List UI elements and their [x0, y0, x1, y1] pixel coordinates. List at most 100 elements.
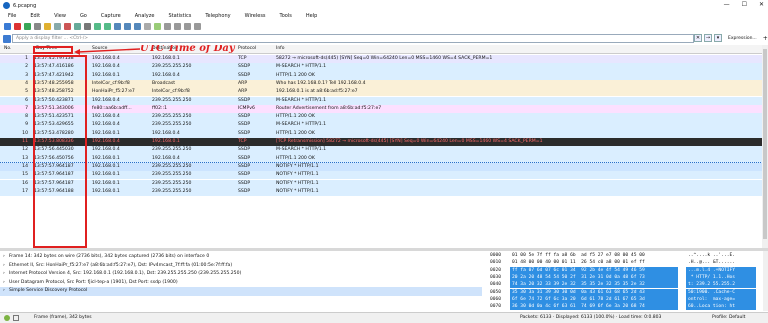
packet-protocol: ARP [238, 89, 248, 95]
resize-columns-icon[interactable] [194, 22, 201, 30]
menu-edit[interactable]: Edit [30, 13, 40, 19]
packet-row[interactable]: 5 13:57:48.258752 HonHaiPr_f5:27:e7 IntelCo… [0, 88, 768, 97]
go-to-packet-icon[interactable] [114, 22, 121, 30]
hex-bytes[interactable]: ff fa 07 6d 07 6c 01 34 92 2b 4e 4f 54 4… [510, 266, 678, 274]
expression-button[interactable]: Expression... [728, 36, 757, 41]
packet-row[interactable]: 1 13:57:45.797138 192.168.0.4 192.168.0.1 TC… [0, 55, 768, 64]
reload-icon[interactable] [74, 22, 81, 30]
packet-row[interactable]: 10 13:57:53.478280 192.168.0.1 192.168.0.4 S… [0, 129, 768, 138]
packet-row[interactable]: 13 13:57:56.450756 192.168.0.1 192.168.0.4 S… [0, 154, 768, 163]
packet-row[interactable]: 14 13:57:57.964187 192.168.0.1 239.255.255.… [0, 161, 768, 173]
maximize-icon[interactable]: ☐ [742, 1, 747, 8]
packet-row[interactable]: 8 13:57:51.423571 192.168.0.4 239.255.255.2… [0, 113, 768, 122]
packet-row[interactable]: 2 13:57:47.416186 192.168.0.4 239.255.255.2… [0, 63, 768, 72]
menu-file[interactable]: File [8, 13, 16, 19]
hex-ascii[interactable]: * HTTP/ 1.1..Hos [686, 273, 756, 282]
hex-ascii[interactable]: ...m.l.4 .+NOTIFY [686, 266, 756, 274]
detail-tree-item[interactable]: › Frame 14: 342 bytes on wire (2736 bits)… [0, 253, 482, 262]
packet-destination: 239.255.255.250 [152, 64, 192, 70]
menu-go[interactable]: Go [80, 13, 87, 19]
menu-help[interactable]: Help [306, 13, 317, 19]
add-filter-button[interactable]: + [763, 35, 768, 42]
hex-row: 0050 35 30 3a 31 39 30 30 0d 0a 43 61 63 … [486, 288, 768, 296]
close-file-icon[interactable] [64, 22, 71, 30]
packet-row[interactable]: 16 13:57:57.964187 192.168.0.1 239.255.255.… [0, 179, 768, 188]
hex-ascii[interactable]: 50:1900. .Cache-C [686, 288, 756, 296]
hex-bytes[interactable]: 20 2a 20 48 54 54 50 2f 31 2e 31 0d 0a 4… [510, 273, 678, 282]
column-header-protocol[interactable]: Protocol [238, 46, 256, 51]
packet-source: HonHaiPr_f5:27:e7 [92, 89, 135, 95]
hex-bytes[interactable]: 74 3a 20 32 33 39 2e 32 35 35 2e 32 35 3… [510, 281, 678, 289]
menu-statistics[interactable]: Statistics [168, 13, 191, 19]
packet-row[interactable]: 7 13:57:51.343006 fe80::aa6b:adff... ff02::… [0, 104, 768, 114]
packet-no: 1 [25, 56, 28, 61]
detail-tree-item[interactable]: › User Datagram Protocol, Src Port: fjicl… [0, 279, 482, 288]
hex-ascii[interactable]: t: 239.2 55.255.2 [686, 281, 756, 289]
column-header-no[interactable]: No. [4, 46, 11, 51]
find-packet-icon[interactable] [84, 22, 91, 30]
hex-ascii[interactable]: 60..Loca tion: ht [686, 303, 756, 311]
clear-filter-icon[interactable]: ✕ [694, 34, 702, 42]
hex-bytes[interactable]: 36 30 0d 0a 4c 6f 63 61 74 69 6f 6e 3a 2… [510, 303, 678, 311]
menu-analyze[interactable]: Analyze [135, 13, 155, 19]
last-packet-icon[interactable] [134, 22, 141, 30]
go-forward-icon[interactable] [104, 22, 111, 30]
detail-tree-item[interactable]: › Internet Protocol Version 4, Src: 192.1… [0, 270, 482, 279]
packet-row[interactable]: 11 13:57:53.808336 192.168.0.4 192.168.0.1 T… [0, 138, 768, 147]
save-file-icon[interactable] [54, 22, 61, 30]
capture-comment-icon[interactable] [13, 315, 19, 321]
menu-tools[interactable]: Tools [280, 13, 292, 19]
hex-bytes[interactable]: 35 30 3a 31 39 30 30 0d 0a 43 61 63 68 6… [510, 288, 678, 296]
packet-list-scrollbar[interactable] [762, 45, 768, 248]
column-header-info[interactable]: Info [276, 46, 285, 51]
close-icon[interactable]: ✕ [759, 1, 764, 8]
display-filter-input[interactable]: Apply a display filter ... <Ctrl-/> [12, 34, 694, 43]
hex-offset: 0010 [490, 260, 502, 266]
packet-source: 192.168.0.1 [92, 155, 120, 161]
bookmark-filter-icon[interactable] [3, 34, 11, 43]
packet-info: HTTP/1.1 200 OK [276, 114, 315, 120]
go-back-icon[interactable] [94, 22, 101, 30]
zoom-in-icon[interactable] [164, 22, 171, 30]
stop-capture-icon[interactable] [14, 22, 21, 30]
packet-no: 5 [25, 89, 28, 95]
menu-capture[interactable]: Capture [101, 13, 121, 19]
hex-ascii[interactable]: ontrol: max-age= [686, 295, 756, 303]
open-file-icon[interactable] [44, 22, 51, 30]
minimize-icon[interactable]: — [724, 1, 730, 8]
packet-row[interactable]: 17 13:57:57.964188 192.168.0.1 239.255.255.… [0, 187, 768, 197]
packet-row[interactable]: 4 13:57:48.255958 IntelCor_cf:9b:f8 Broadca… [0, 79, 768, 89]
start-capture-icon[interactable] [4, 22, 11, 30]
capture-options-icon[interactable] [34, 22, 41, 30]
packet-row[interactable]: 15 13:57:57.964187 192.168.0.1 239.255.255.… [0, 171, 768, 180]
normal-size-icon[interactable] [184, 22, 191, 30]
zoom-out-icon[interactable] [174, 22, 181, 30]
detail-tree-item[interactable]: › Ethernet II, Src: HonHaiPr_f5:27:e7 (a8… [0, 262, 482, 271]
scrollbar-thumb[interactable] [763, 49, 767, 239]
restart-capture-icon[interactable] [24, 22, 31, 30]
menu-view[interactable]: View [54, 13, 66, 19]
hex-bytes[interactable]: 01 48 00 00 40 00 01 11 26 54 c0 a8 00 0… [510, 259, 678, 266]
hex-bytes[interactable]: 6f 6e 74 72 6f 6c 3a 20 6d 61 78 2d 61 6… [510, 295, 678, 303]
expert-info-icon[interactable] [4, 315, 10, 321]
apply-filter-icon[interactable]: → [704, 34, 712, 42]
hex-offset: 0040 [490, 282, 502, 288]
packet-row[interactable]: 12 13:57:56.445030 192.168.0.4 239.255.255.… [0, 146, 768, 155]
hex-ascii[interactable]: .H..@... &T...... [686, 259, 756, 266]
filter-history-icon[interactable]: ▾ [714, 34, 722, 42]
packet-no: 8 [25, 114, 28, 120]
packet-row[interactable]: 3 13:57:47.421942 192.168.0.1 192.168.0.4 SS… [0, 71, 768, 80]
hex-ascii[interactable]: ..^....k ..'...E. [686, 252, 756, 259]
packet-source: fe80::aa6b:adff... [92, 105, 132, 111]
menu-wireless[interactable]: Wireless [245, 13, 266, 19]
first-packet-icon[interactable] [124, 22, 131, 30]
autoscroll-icon[interactable] [144, 22, 151, 30]
colorize-icon[interactable] [154, 22, 161, 30]
detail-tree-item[interactable]: › Simple Service Discovery Protocol [0, 287, 482, 296]
packet-row[interactable]: 6 13:57:50.423871 192.168.0.4 239.255.255.2… [0, 96, 768, 105]
menu-telephony[interactable]: Telephony [205, 13, 230, 19]
packet-row[interactable]: 9 13:57:53.429655 192.168.0.4 239.255.255.2… [0, 121, 768, 130]
hex-bytes[interactable]: 01 00 5e 7f ff fa a8 6b ad f5 27 e7 08 0… [510, 252, 678, 259]
status-profile[interactable]: Profile: Default [712, 313, 745, 323]
packet-no: 12 [22, 147, 28, 153]
